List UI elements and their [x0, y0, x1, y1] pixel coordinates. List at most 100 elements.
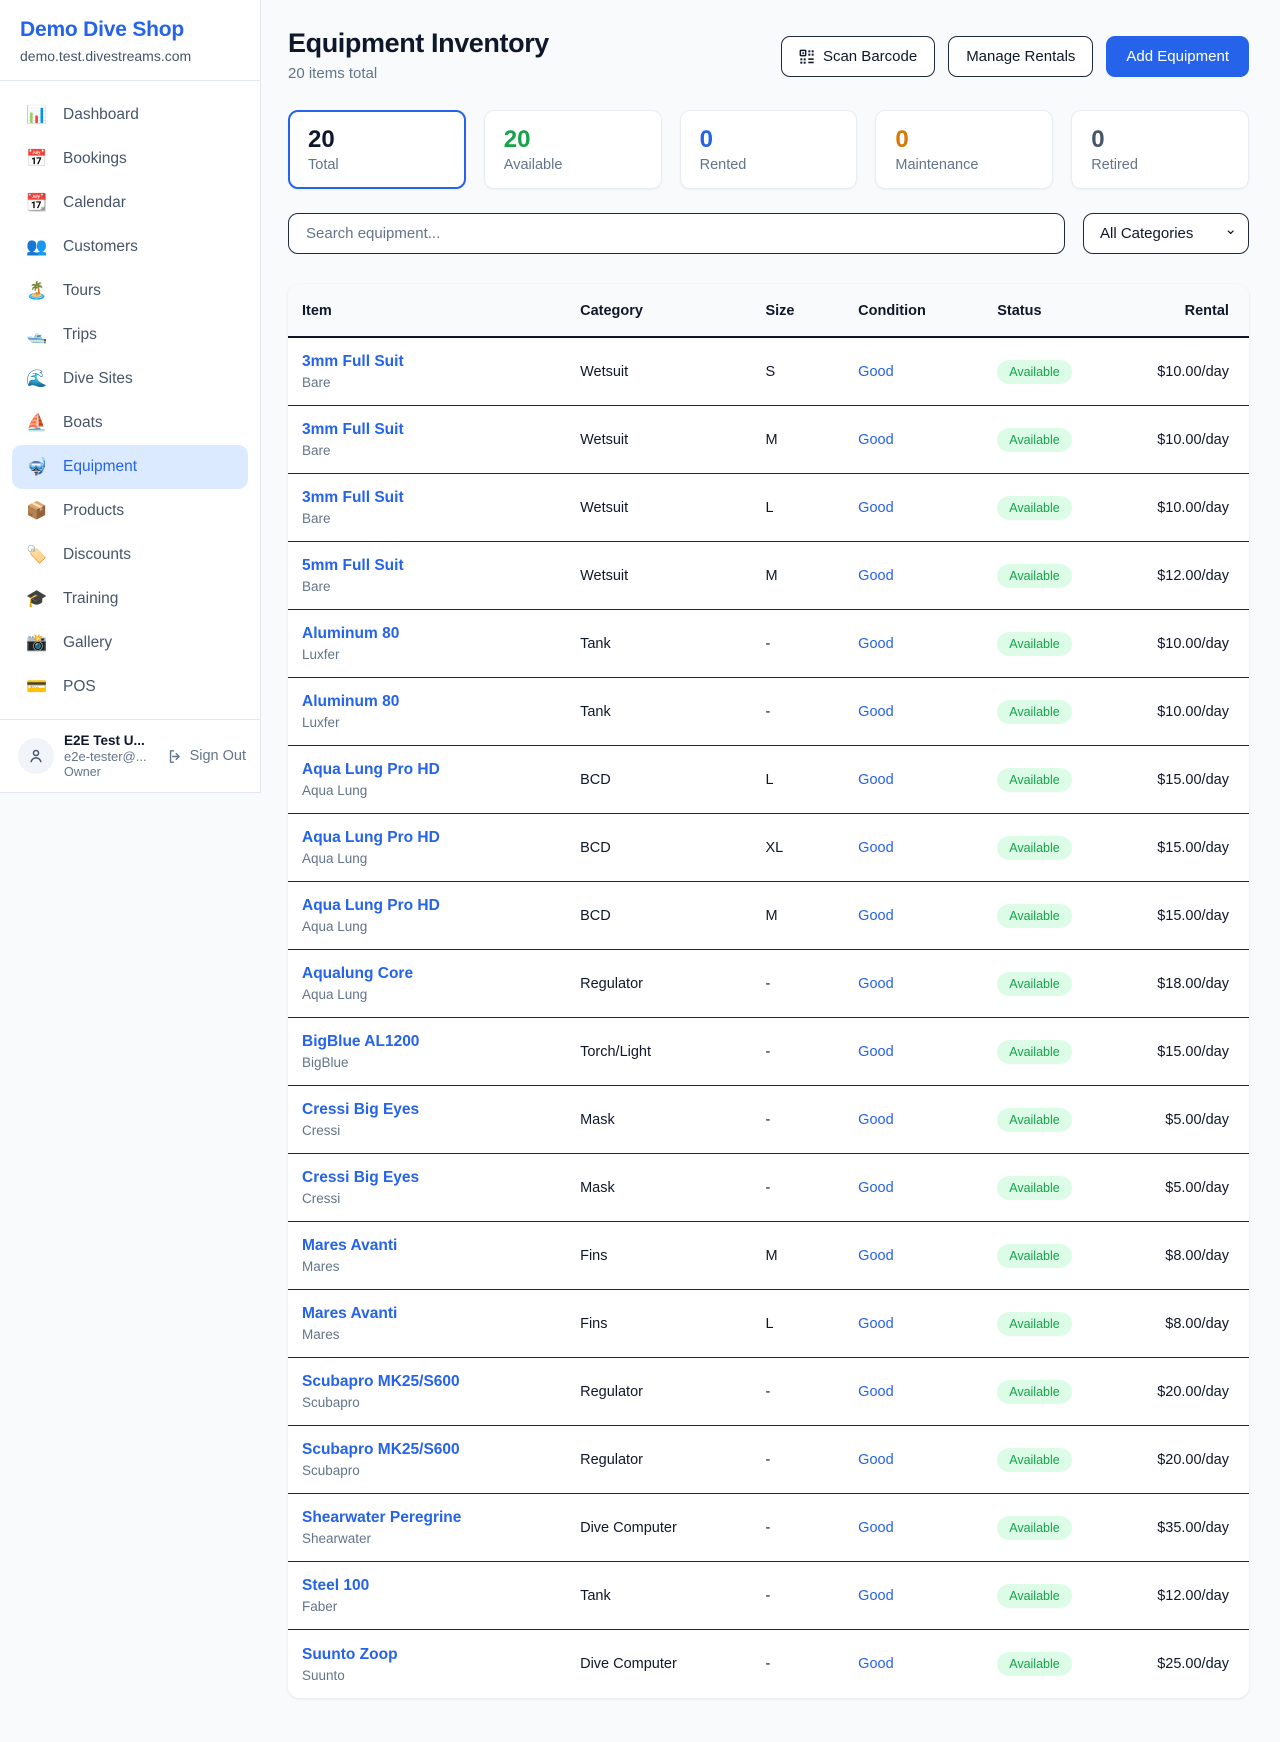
- items-total: 20 items total: [288, 65, 549, 82]
- sidebar-item-label: Bookings: [63, 147, 127, 171]
- avatar: [18, 738, 54, 774]
- table-row: Steel 100 Faber Tank - Good Available $1…: [288, 1562, 1249, 1630]
- status-cell: Available: [997, 564, 1127, 588]
- condition-link[interactable]: Good: [858, 568, 893, 584]
- item-name-link[interactable]: Aqua Lung Pro HD: [302, 897, 580, 915]
- stat-label: Retired: [1091, 157, 1229, 173]
- condition-link[interactable]: Good: [858, 772, 893, 788]
- rental-cell: $10.00/day: [1127, 364, 1229, 380]
- table-row: Aluminum 80 Luxfer Tank - Good Available…: [288, 610, 1249, 678]
- stat-card-total[interactable]: 20 Total: [288, 110, 466, 189]
- boats-icon: ⛵: [26, 411, 48, 435]
- sidebar-item-boats[interactable]: ⛵ Boats: [12, 401, 248, 445]
- item-name-link[interactable]: Suunto Zoop: [302, 1646, 580, 1664]
- column-header-condition: Condition: [858, 303, 997, 319]
- stat-card-retired[interactable]: 0 Retired: [1071, 110, 1249, 189]
- stat-value: 20: [504, 126, 642, 154]
- item-name-link[interactable]: Cressi Big Eyes: [302, 1101, 580, 1119]
- status-cell: Available: [997, 360, 1127, 384]
- condition-link[interactable]: Good: [858, 840, 893, 856]
- item-name-link[interactable]: Aluminum 80: [302, 693, 580, 711]
- sidebar-item-customers[interactable]: 👥 Customers: [12, 225, 248, 269]
- stat-value: 0: [895, 126, 1033, 154]
- condition-cell: Good: [858, 1588, 997, 1604]
- sidebar-item-pos[interactable]: 💳 POS: [12, 665, 248, 709]
- status-badge: Available: [997, 632, 1072, 656]
- item-cell: Mares Avanti Mares: [302, 1305, 580, 1342]
- rental-cell: $15.00/day: [1127, 1044, 1229, 1060]
- item-name-link[interactable]: Mares Avanti: [302, 1305, 580, 1323]
- item-name-link[interactable]: Scubapro MK25/S600: [302, 1373, 580, 1391]
- item-name-link[interactable]: Cressi Big Eyes: [302, 1169, 580, 1187]
- add-equipment-button[interactable]: Add Equipment: [1106, 36, 1249, 77]
- condition-link[interactable]: Good: [858, 1044, 893, 1060]
- item-name-link[interactable]: 5mm Full Suit: [302, 557, 580, 575]
- condition-link[interactable]: Good: [858, 432, 893, 448]
- sidebar-item-training[interactable]: 🎓 Training: [12, 577, 248, 621]
- item-brand: BigBlue: [302, 1055, 580, 1070]
- sidebar-item-discounts[interactable]: 🏷️ Discounts: [12, 533, 248, 577]
- sidebar-item-tours[interactable]: 🏝️ Tours: [12, 269, 248, 313]
- condition-link[interactable]: Good: [858, 1520, 893, 1536]
- category-select[interactable]: All Categories: [1083, 213, 1249, 254]
- item-name-link[interactable]: Aqua Lung Pro HD: [302, 761, 580, 779]
- brand-name[interactable]: Demo Dive Shop: [20, 18, 240, 42]
- item-name-link[interactable]: 3mm Full Suit: [302, 489, 580, 507]
- sidebar-item-bookings[interactable]: 📅 Bookings: [12, 137, 248, 181]
- condition-link[interactable]: Good: [858, 636, 893, 652]
- stat-card-rented[interactable]: 0 Rented: [680, 110, 858, 189]
- condition-link[interactable]: Good: [858, 1588, 893, 1604]
- sign-out-button[interactable]: Sign Out: [167, 748, 246, 765]
- item-brand: Luxfer: [302, 715, 580, 730]
- sidebar-item-equipment[interactable]: 🤿 Equipment: [12, 445, 248, 489]
- condition-link[interactable]: Good: [858, 704, 893, 720]
- condition-link[interactable]: Good: [858, 1112, 893, 1128]
- item-name-link[interactable]: BigBlue AL1200: [302, 1033, 580, 1051]
- size-cell: -: [765, 976, 858, 992]
- condition-link[interactable]: Good: [858, 908, 893, 924]
- item-name-link[interactable]: Scubapro MK25/S600: [302, 1441, 580, 1459]
- condition-link[interactable]: Good: [858, 1656, 893, 1672]
- condition-cell: Good: [858, 636, 997, 652]
- sidebar-item-label: Trips: [63, 323, 97, 347]
- sidebar-item-gallery[interactable]: 📸 Gallery: [12, 621, 248, 665]
- status-badge: Available: [997, 428, 1072, 452]
- item-name-link[interactable]: Steel 100: [302, 1577, 580, 1595]
- item-name-link[interactable]: Aluminum 80: [302, 625, 580, 643]
- sidebar-item-calendar[interactable]: 📆 Calendar: [12, 181, 248, 225]
- condition-link[interactable]: Good: [858, 364, 893, 380]
- sidebar-item-dashboard[interactable]: 📊 Dashboard: [12, 93, 248, 137]
- calendar-icon: 📆: [26, 191, 48, 215]
- item-name-link[interactable]: 3mm Full Suit: [302, 421, 580, 439]
- item-name-link[interactable]: Aqua Lung Pro HD: [302, 829, 580, 847]
- status-badge: Available: [997, 360, 1072, 384]
- stat-card-maintenance[interactable]: 0 Maintenance: [875, 110, 1053, 189]
- item-cell: Scubapro MK25/S600 Scubapro: [302, 1441, 580, 1478]
- sidebar-item-dive-sites[interactable]: 🌊 Dive Sites: [12, 357, 248, 401]
- item-name-link[interactable]: Aqualung Core: [302, 965, 580, 983]
- condition-link[interactable]: Good: [858, 1452, 893, 1468]
- sidebar-item-products[interactable]: 📦 Products: [12, 489, 248, 533]
- item-name-link[interactable]: Shearwater Peregrine: [302, 1509, 580, 1527]
- manage-rentals-button[interactable]: Manage Rentals: [948, 36, 1093, 77]
- stat-card-available[interactable]: 20 Available: [484, 110, 662, 189]
- condition-link[interactable]: Good: [858, 500, 893, 516]
- condition-link[interactable]: Good: [858, 1384, 893, 1400]
- condition-link[interactable]: Good: [858, 1316, 893, 1332]
- column-header-category: Category: [580, 303, 765, 319]
- sidebar-item-label: POS: [63, 675, 96, 699]
- item-brand: Aqua Lung: [302, 783, 580, 798]
- condition-link[interactable]: Good: [858, 1248, 893, 1264]
- item-name-link[interactable]: 3mm Full Suit: [302, 353, 580, 371]
- category-select-wrap: All Categories ⌄: [1083, 213, 1249, 254]
- status-badge: Available: [997, 1108, 1072, 1132]
- condition-link[interactable]: Good: [858, 976, 893, 992]
- condition-cell: Good: [858, 432, 997, 448]
- search-input[interactable]: [288, 213, 1065, 254]
- condition-link[interactable]: Good: [858, 1180, 893, 1196]
- sidebar-item-trips[interactable]: 🛥️ Trips: [12, 313, 248, 357]
- scan-barcode-button[interactable]: Scan Barcode: [781, 36, 935, 77]
- item-name-link[interactable]: Mares Avanti: [302, 1237, 580, 1255]
- item-cell: Aqua Lung Pro HD Aqua Lung: [302, 761, 580, 798]
- size-cell: M: [765, 568, 858, 584]
